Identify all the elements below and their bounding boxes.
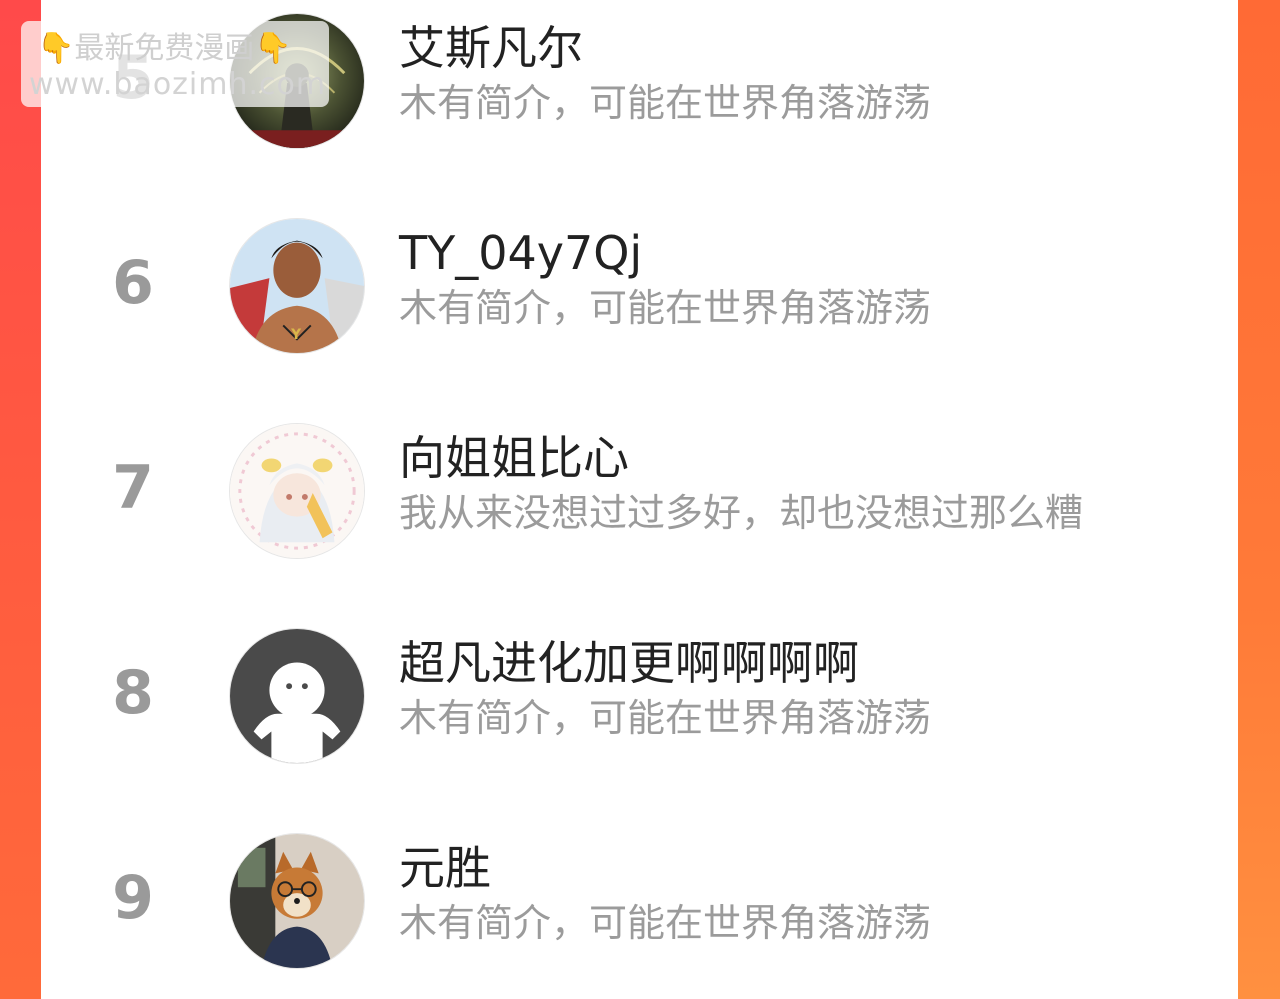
watermark-url: www.baozimh.com (29, 67, 327, 102)
list-item[interactable]: 8 超凡进化加更啊啊啊啊 木有简介，可能在世界角落游荡 (41, 615, 1238, 785)
list-item[interactable]: 7 向姐姐比心 我从来没想过过多好，却也没想过那么糟 (41, 410, 1238, 580)
user-avatar[interactable] (229, 628, 365, 764)
user-bio: 木有简介，可能在世界角落游荡 (399, 901, 932, 945)
user-name[interactable]: 元胜 (399, 838, 491, 898)
watermark-overlay: 👇最新免费漫画👇 www.baozimh.com (21, 21, 329, 107)
anime-girl-avatar-icon (230, 424, 364, 558)
user-name[interactable]: 向姐姐比心 (399, 428, 629, 488)
shiba-dog-avatar-icon (230, 834, 364, 968)
man-portrait-avatar-icon: Y (230, 219, 364, 353)
rank-number: 7 (112, 453, 154, 523)
rank-number: 8 (112, 658, 154, 728)
list-item[interactable]: 9 元胜 木有简介，可能在世界角落游荡 (41, 820, 1238, 990)
user-name[interactable]: 艾斯凡尔 (399, 18, 583, 78)
right-background-strip (1238, 0, 1280, 999)
watermark-text: 最新免费漫画 (74, 31, 255, 66)
user-bio: 木有简介，可能在世界角落游荡 (399, 286, 932, 330)
user-name[interactable]: TY_04y7Qj (399, 223, 642, 283)
default-user-avatar-icon (230, 629, 364, 763)
list-item[interactable]: 6 Y TY_04y7Qj 木有简介，可能在世界角落游荡 (41, 205, 1238, 375)
user-name[interactable]: 超凡进化加更啊啊啊啊 (399, 633, 859, 693)
user-avatar[interactable] (229, 423, 365, 559)
rank-number: 9 (112, 863, 154, 933)
pointing-down-hand-icon: 👇 (254, 31, 292, 66)
user-bio: 木有简介，可能在世界角落游荡 (399, 696, 932, 740)
user-avatar[interactable] (229, 833, 365, 969)
ranking-list-panel: 5 艾斯凡尔 木有简介，可能在世界角落游荡 (41, 0, 1238, 999)
pointing-down-hand-icon: 👇 (37, 31, 75, 66)
rank-number: 6 (112, 248, 154, 318)
user-bio: 我从来没想过过多好，却也没想过那么糟 (399, 491, 1084, 535)
user-bio: 木有简介，可能在世界角落游荡 (399, 81, 932, 125)
svg-text:Y: Y (290, 327, 302, 343)
user-avatar[interactable]: Y (229, 218, 365, 354)
watermark-title-line: 👇最新免费漫画👇 (37, 29, 292, 69)
